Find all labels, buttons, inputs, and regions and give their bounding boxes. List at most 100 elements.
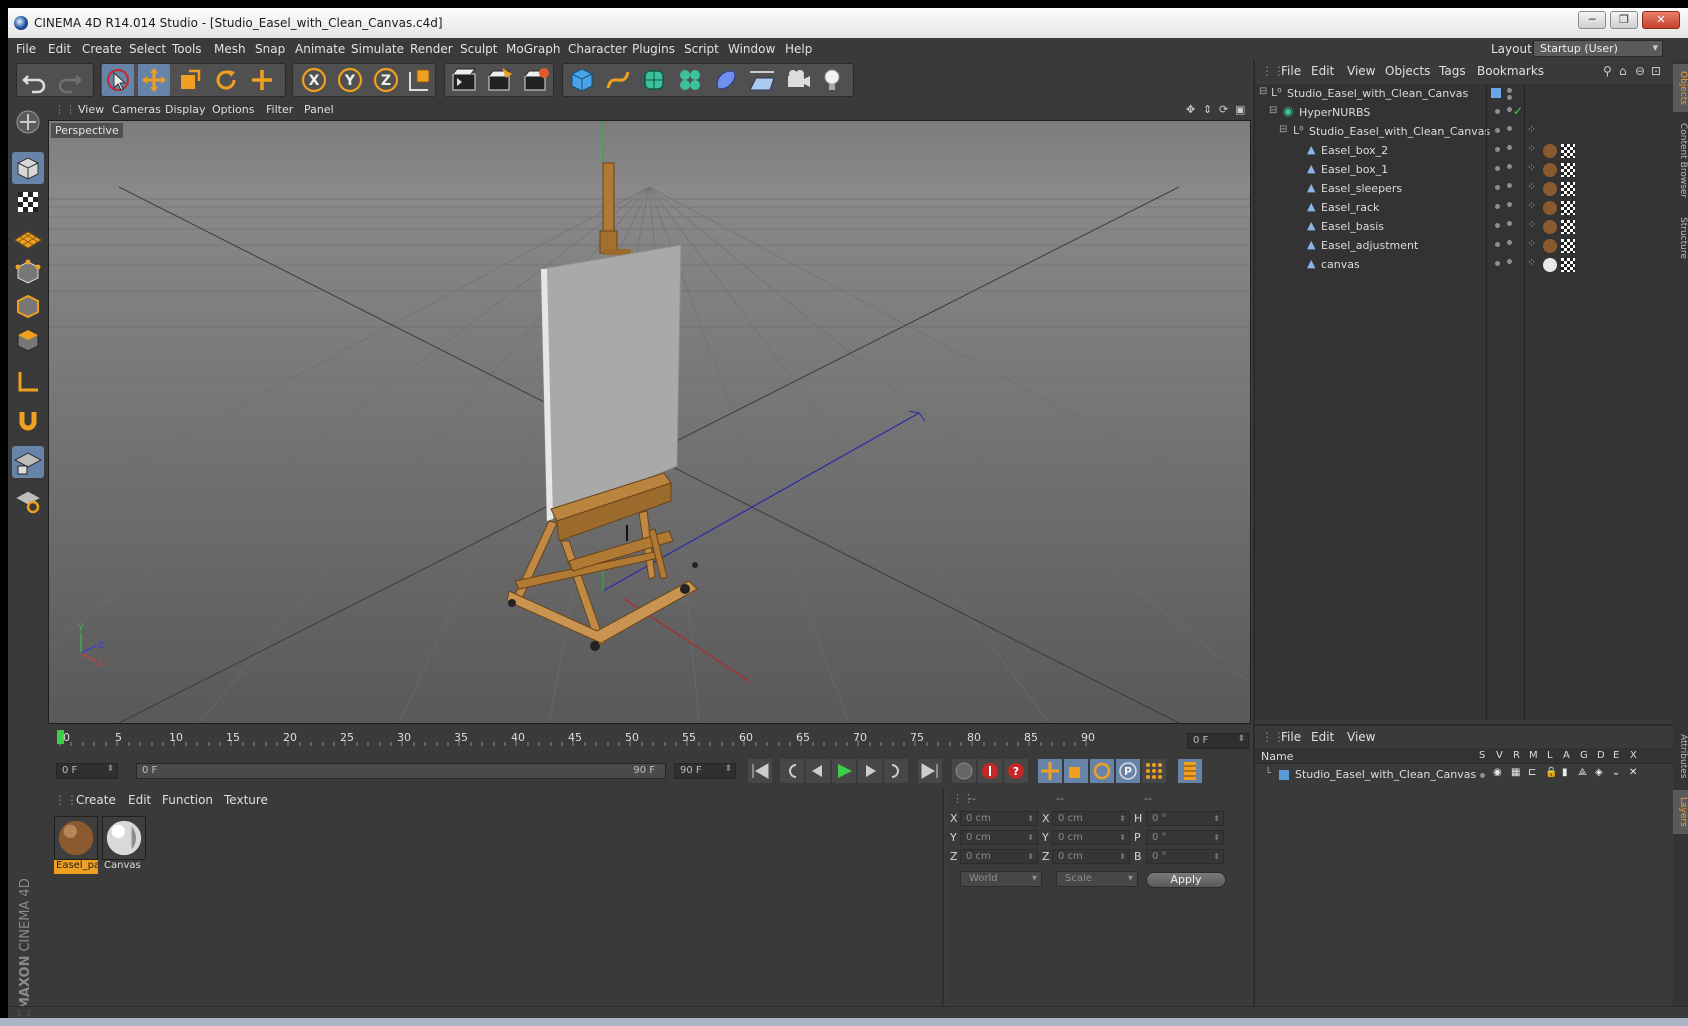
phong-tag-icon[interactable]: ⁘ (1527, 123, 1536, 136)
size-y-field[interactable]: 0 cm ⬍ (1052, 830, 1130, 845)
deformer-icon[interactable] (710, 64, 742, 96)
phong-tag-icon[interactable]: ⁘ (1527, 180, 1536, 193)
object-row-easel-sleepers[interactable]: ▲ Easel_sleepers ⁘ (1255, 179, 1675, 199)
manager-toggle-icon[interactable]: ⊏ (1528, 767, 1536, 778)
3d-viewport[interactable]: Y Z X Perspective (48, 120, 1251, 724)
material-canvas-swatch[interactable] (102, 816, 146, 860)
magnet-snap-icon[interactable] (12, 406, 44, 438)
layout-select[interactable]: Startup (User) (1533, 40, 1663, 57)
xref-toggle-icon[interactable]: ✕ (1629, 767, 1637, 778)
uvw-tag-icon[interactable] (1561, 144, 1575, 158)
cube-object-icon[interactable] (566, 64, 598, 96)
generators-toggle-icon[interactable]: ⟁ (1578, 767, 1587, 778)
undo-icon[interactable] (18, 64, 50, 96)
editor-visibility-icon[interactable] (1495, 166, 1500, 171)
material-tag-icon[interactable] (1543, 182, 1557, 196)
editor-visibility-icon[interactable] (1495, 223, 1500, 228)
minimize-button[interactable]: ─ (1578, 11, 1606, 29)
snap-settings-icon[interactable] (12, 484, 44, 516)
menu-animate[interactable]: Animate (295, 42, 345, 56)
phong-tag-icon[interactable]: ⁘ (1527, 161, 1536, 174)
menu-mesh[interactable]: Mesh (214, 42, 246, 56)
menu-mograph[interactable]: MoGraph (506, 42, 561, 56)
render-visibility-icon[interactable] (1507, 202, 1512, 207)
mograph-cloner-icon[interactable] (674, 64, 706, 96)
editor-visibility-icon[interactable] (1507, 88, 1512, 93)
lock-workplane-icon[interactable] (12, 446, 44, 478)
uvw-tag-icon[interactable] (1561, 220, 1575, 234)
render-view-icon[interactable] (448, 64, 480, 96)
layer-menu-edit[interactable]: Edit (1311, 730, 1334, 744)
spline-pen-icon[interactable] (602, 64, 634, 96)
scale-key-icon[interactable] (1064, 759, 1088, 783)
menu-help[interactable]: Help (785, 42, 812, 56)
viewport-menu-options[interactable]: Options (212, 103, 254, 116)
rotation-key-icon[interactable] (1090, 759, 1114, 783)
rot-h-field[interactable]: 0 ° ⬍ (1146, 811, 1224, 826)
scheme-settings-icon[interactable] (1178, 759, 1202, 783)
render-visibility-icon[interactable] (1507, 240, 1512, 245)
render-visibility-icon[interactable] (1507, 145, 1512, 150)
material-menu-function[interactable]: Function (162, 793, 213, 807)
material-tag-icon[interactable] (1543, 163, 1557, 177)
points-mode-icon[interactable] (12, 256, 44, 288)
model-mode-icon[interactable] (12, 152, 44, 184)
phong-tag-icon[interactable]: ⁘ (1527, 199, 1536, 212)
axis-mode-icon[interactable] (12, 366, 44, 398)
editor-visibility-icon[interactable] (1495, 204, 1500, 209)
layer-row[interactable]: └ Studio_Easel_with_Clean_Canvas ◉ ▦ ⊏ 🔒… (1255, 766, 1675, 784)
menu-plugins[interactable]: Plugins (632, 42, 675, 56)
new-panel-icon[interactable]: ⊡ (1651, 64, 1661, 78)
search-icon[interactable]: ⚲ (1603, 64, 1612, 78)
timeline-ruler[interactable]: 0 5 10 15 20 25 30 35 40 45 50 55 60 65 … (48, 724, 1251, 754)
menu-sculpt[interactable]: Sculpt (460, 42, 497, 56)
material-menu-create[interactable]: Create (76, 793, 116, 807)
create-object-icon[interactable] (246, 64, 278, 96)
phong-tag-icon[interactable]: ⁘ (1527, 256, 1536, 269)
solo-toggle-icon[interactable] (1480, 773, 1485, 778)
material-tag-icon[interactable] (1543, 258, 1557, 272)
z-axis-icon[interactable]: Z (370, 64, 402, 96)
render-visibility-icon[interactable] (1507, 95, 1512, 100)
viewport-menu-filter[interactable]: Filter (266, 103, 293, 116)
redo-icon[interactable] (54, 64, 86, 96)
subdivision-surface-icon[interactable] (638, 64, 670, 96)
apply-button[interactable]: Apply (1146, 872, 1226, 888)
go-to-start-icon[interactable] (748, 759, 772, 783)
layer-menu-view[interactable]: View (1347, 730, 1375, 744)
object-row-hypernurbs[interactable]: ⊟ ◉ HyperNURBS ✓ (1255, 103, 1675, 123)
object-row-root[interactable]: ⊟ L⁰ Studio_Easel_with_Clean_Canvas (1255, 84, 1675, 104)
layer-color-swatch[interactable] (1279, 770, 1289, 780)
uvw-tag-icon[interactable] (1561, 239, 1575, 253)
object-menu-view[interactable]: View (1347, 64, 1375, 78)
object-row-easel-box-2[interactable]: ▲ Easel_box_2 ⁘ (1255, 141, 1675, 161)
object-row-easel-rack[interactable]: ▲ Easel_rack ⁘ (1255, 198, 1675, 218)
editor-visibility-icon[interactable] (1495, 242, 1500, 247)
view-toggle-icon[interactable]: ◉ (1493, 767, 1502, 778)
menu-file[interactable]: File (16, 42, 36, 56)
rot-p-field[interactable]: 0 ° ⬍ (1146, 830, 1224, 845)
x-axis-icon[interactable]: X (298, 64, 330, 96)
scene-floor-icon[interactable] (746, 64, 778, 96)
camera-icon[interactable] (782, 64, 814, 96)
menu-edit[interactable]: Edit (48, 42, 71, 56)
editor-visibility-icon[interactable] (1495, 147, 1500, 152)
record-active-objects-icon[interactable] (952, 759, 976, 783)
menu-tools[interactable]: Tools (172, 42, 202, 56)
coord-mode-dropdown[interactable]: Scale ▾ (1056, 871, 1138, 887)
edges-mode-icon[interactable] (12, 290, 44, 322)
viewport-menu-cameras[interactable]: Cameras (112, 103, 161, 116)
autokeying-icon[interactable] (978, 759, 1002, 783)
tab-layers[interactable]: Layers (1673, 790, 1688, 834)
render-visibility-icon[interactable] (1507, 183, 1512, 188)
material-canvas-label[interactable]: Canvas (102, 860, 146, 874)
object-row-easel-null[interactable]: ⊟ L⁰ Studio_Easel_with_Clean_Canvas ⁘ (1255, 122, 1675, 142)
menu-snap[interactable]: Snap (255, 42, 285, 56)
pos-x-field[interactable]: 0 cm ⬍ (960, 811, 1038, 826)
menu-character[interactable]: Character (568, 42, 627, 56)
phong-tag-icon[interactable]: ⁘ (1527, 237, 1536, 250)
tab-attributes[interactable]: Attributes (1673, 726, 1688, 786)
editor-visibility-icon[interactable] (1495, 128, 1500, 133)
rotate-tool-icon[interactable] (210, 64, 242, 96)
close-button[interactable]: ✕ (1642, 11, 1680, 29)
